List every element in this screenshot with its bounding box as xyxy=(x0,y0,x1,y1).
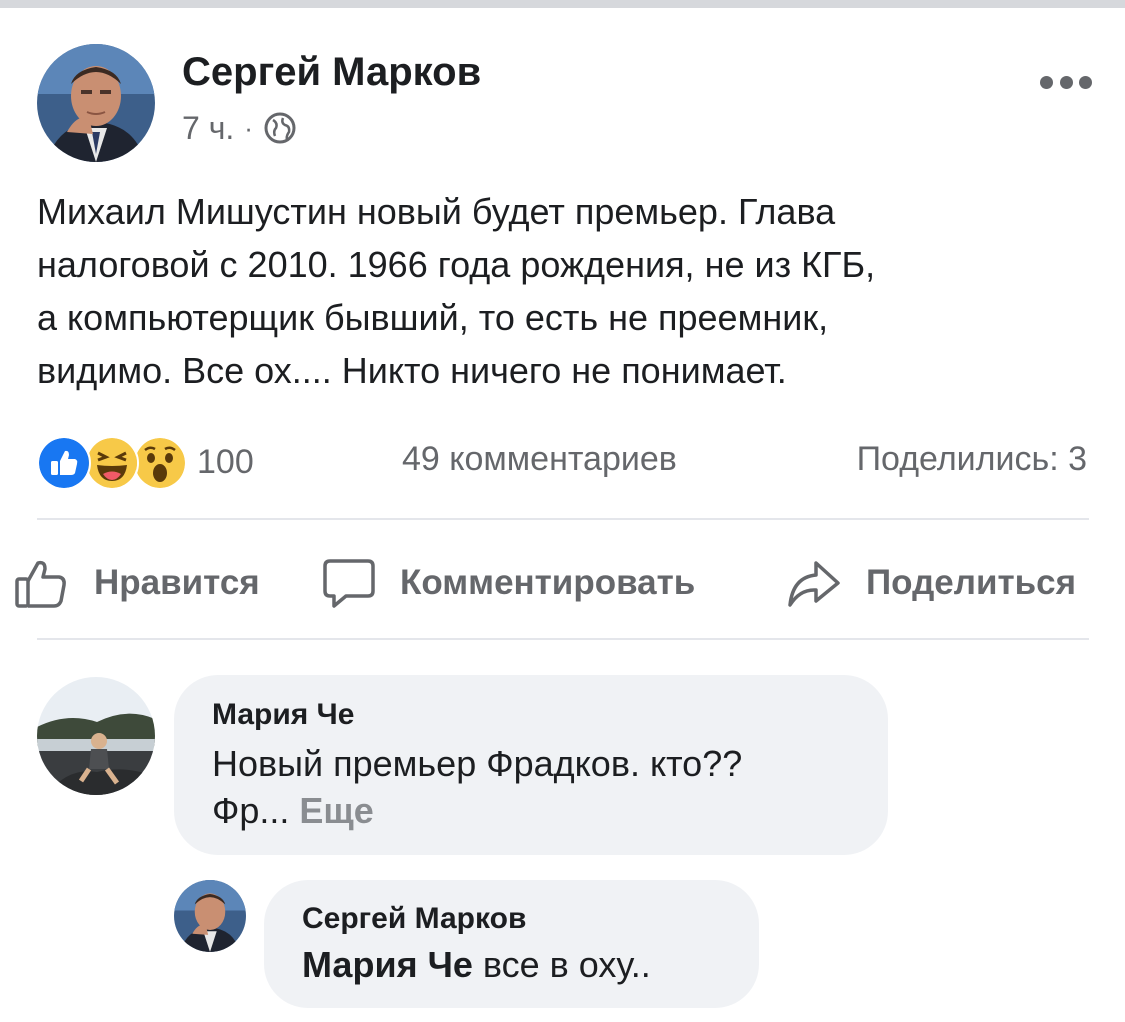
globe-icon xyxy=(263,111,297,145)
reply-text: все в оху.. xyxy=(482,944,651,985)
thumbs-up-icon xyxy=(15,560,66,608)
comment-text: Фр... xyxy=(212,790,290,831)
author-avatar[interactable] xyxy=(37,44,155,162)
divider xyxy=(37,518,1089,520)
like-reaction-icon xyxy=(37,436,91,490)
post-timestamp[interactable]: 7 ч. xyxy=(182,110,234,147)
share-label: Поделиться xyxy=(866,563,1077,602)
dot xyxy=(1059,75,1073,89)
post-text-line: видимо. Все ох.... Никто ничего не поним… xyxy=(37,350,787,391)
commenter-avatar[interactable] xyxy=(37,677,155,795)
comment-author[interactable]: Мария Че xyxy=(212,698,354,732)
top-separator-bar xyxy=(0,0,1125,8)
reactions-summary[interactable]: 100 xyxy=(37,436,254,490)
meta-separator: · xyxy=(244,112,253,143)
share-icon xyxy=(788,561,840,607)
comment-bubble[interactable]: Мария Че Новый премьер Фрадков. кто?? Фр… xyxy=(174,675,888,855)
reply-author-avatar[interactable] xyxy=(174,880,246,952)
comment-icon xyxy=(323,559,375,608)
post-text-line: а компьютерщик бывший, то есть не преемн… xyxy=(37,297,829,338)
haha-reaction-icon xyxy=(85,436,139,490)
comment-label: Комментировать xyxy=(400,563,696,602)
shares-count[interactable]: Поделились: 3 xyxy=(857,440,1087,479)
reactions-count: 100 xyxy=(197,442,254,481)
post-text-line: Михаил Мишустин новый будет премьер. Гла… xyxy=(37,191,836,232)
like-label: Нравится xyxy=(94,563,260,602)
more-options-icon[interactable] xyxy=(1040,70,1092,94)
dot xyxy=(1079,75,1092,89)
comments-count[interactable]: 49 комментариев xyxy=(402,440,677,479)
mention-link[interactable]: Мария Че xyxy=(302,944,473,985)
reply-bubble[interactable]: Сергей Марков Мария Че все в оху.. xyxy=(264,880,759,1008)
like-button[interactable]: Нравится xyxy=(14,553,260,613)
wow-reaction-icon xyxy=(133,436,187,490)
comment-button[interactable]: Комментировать xyxy=(322,553,695,613)
share-button[interactable]: Поделиться xyxy=(786,553,1076,613)
divider xyxy=(37,638,1089,640)
post-text-line: налоговой с 2010. 1966 года рождения, не… xyxy=(37,244,876,285)
comment-text: Новый премьер Фрадков. кто?? xyxy=(212,743,743,784)
reaction-icons xyxy=(37,436,187,490)
dot xyxy=(1040,75,1053,89)
post-meta: 7 ч. · xyxy=(182,108,297,148)
reply-text-line: Мария Че все в оху.. xyxy=(302,942,651,988)
post-author-name[interactable]: Сергей Марков xyxy=(182,50,481,95)
see-more-link[interactable]: Еще xyxy=(299,790,373,831)
reply-author[interactable]: Сергей Марков xyxy=(302,902,526,936)
comment-text-truncated: Фр... Еще xyxy=(212,788,374,834)
post-body: Михаил Мишустин новый будет премьер. Гла… xyxy=(37,185,1097,397)
